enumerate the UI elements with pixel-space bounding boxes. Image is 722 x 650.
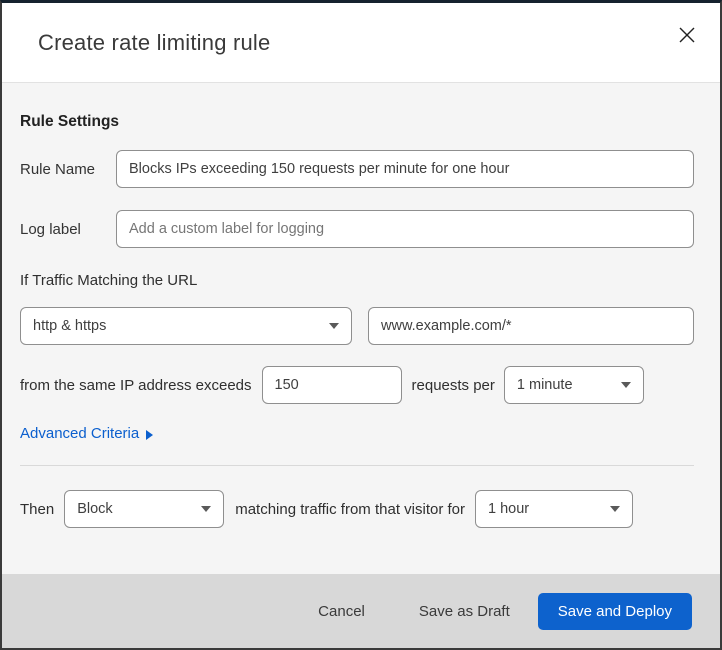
rule-name-row: Rule Name bbox=[20, 150, 694, 188]
log-label-label: Log label bbox=[20, 220, 81, 238]
requests-per-text: requests per bbox=[411, 376, 495, 394]
section-divider bbox=[20, 465, 694, 466]
url-pattern-input[interactable] bbox=[368, 307, 694, 345]
advanced-criteria-label: Advanced Criteria bbox=[20, 425, 140, 442]
log-label-input[interactable] bbox=[116, 210, 694, 248]
save-and-deploy-button[interactable]: Save and Deploy bbox=[537, 592, 692, 630]
dialog-body: Rule Settings Rule Name Log label If Tra… bbox=[2, 83, 720, 574]
create-rate-limiting-rule-dialog: Create rate limiting rule Rule Settings … bbox=[0, 0, 722, 650]
period-select[interactable]: 1 minute bbox=[503, 366, 644, 404]
save-as-draft-button[interactable]: Save as Draft bbox=[409, 595, 520, 628]
url-match-row: http & https bbox=[20, 307, 694, 345]
rule-settings-heading: Rule Settings bbox=[20, 113, 120, 130]
chevron-down-icon bbox=[329, 323, 339, 329]
close-icon bbox=[678, 26, 696, 47]
action-select[interactable]: Block bbox=[64, 490, 225, 528]
action-row: Then Block matching traffic from that vi… bbox=[20, 490, 694, 528]
arrow-right-icon bbox=[146, 429, 154, 440]
close-button[interactable] bbox=[674, 23, 700, 49]
dialog-title: Create rate limiting rule bbox=[38, 29, 271, 55]
action-select-value: Block bbox=[77, 501, 113, 517]
rule-name-label: Rule Name bbox=[20, 160, 96, 178]
chevron-down-icon bbox=[620, 382, 631, 388]
traffic-match-intro: If Traffic Matching the URL bbox=[20, 272, 198, 289]
period-select-value: 1 minute bbox=[516, 377, 573, 393]
action-middle-text: matching traffic from that visitor for bbox=[235, 500, 466, 518]
duration-select[interactable]: 1 hour bbox=[475, 490, 634, 528]
rule-name-input[interactable] bbox=[116, 150, 694, 188]
threshold-row: from the same IP address exceeds request… bbox=[20, 366, 694, 404]
requests-count-input[interactable] bbox=[261, 366, 402, 404]
chevron-down-icon bbox=[610, 506, 621, 512]
advanced-criteria-link[interactable]: Advanced Criteria bbox=[20, 425, 154, 442]
duration-select-value: 1 hour bbox=[488, 501, 530, 517]
dialog-header: Create rate limiting rule bbox=[2, 3, 720, 83]
then-label: Then bbox=[20, 500, 55, 518]
scheme-select-value: http & https bbox=[33, 318, 107, 334]
scheme-select[interactable]: http & https bbox=[20, 307, 352, 345]
threshold-prefix-text: from the same IP address exceeds bbox=[20, 376, 252, 394]
log-label-row: Log label bbox=[20, 210, 694, 248]
chevron-down-icon bbox=[201, 506, 212, 512]
dialog-footer: Cancel Save as Draft Save and Deploy bbox=[2, 574, 720, 648]
cancel-button[interactable]: Cancel bbox=[308, 595, 375, 628]
